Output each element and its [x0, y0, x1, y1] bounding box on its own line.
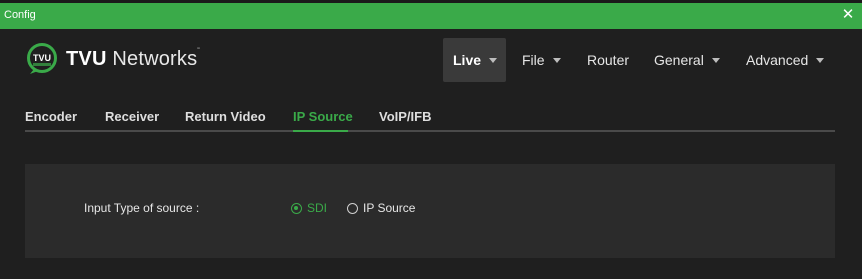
config-window: Config ✕ TVU TVU Networks˜ Live File Rou… [0, 0, 862, 279]
radio-ip-source-label: IP Source [363, 201, 416, 215]
input-type-label: Input Type of source : [84, 201, 200, 215]
ip-source-panel: Input Type of source : SDI IP Source [25, 164, 835, 258]
nav-advanced[interactable]: Advanced [746, 38, 825, 82]
tab-ip-source[interactable]: IP Source [293, 109, 353, 124]
nav-live-label: Live [453, 52, 482, 68]
nav-general[interactable]: General [654, 38, 720, 82]
chevron-down-icon [552, 58, 561, 63]
trademark-mark: ˜ [197, 48, 200, 55]
chevron-down-icon [489, 58, 498, 63]
radio-unselected-icon [347, 203, 358, 214]
close-icon[interactable]: ✕ [841, 7, 855, 23]
nav-file-label: File [522, 52, 545, 68]
chevron-down-icon [816, 58, 825, 63]
config-tabs: Encoder Receiver Return Video IP Source … [25, 101, 835, 132]
nav-advanced-label: Advanced [746, 52, 809, 68]
tab-receiver[interactable]: Receiver [105, 109, 159, 124]
brand-name: TVU Networks˜ [66, 48, 200, 71]
nav-router-label: Router [587, 52, 630, 68]
nav-file[interactable]: File [522, 38, 561, 82]
nav-router[interactable]: Router [587, 38, 629, 82]
active-tab-indicator [293, 130, 348, 132]
radio-selected-icon [291, 203, 302, 214]
chevron-down-icon [711, 58, 720, 63]
tab-encoder[interactable]: Encoder [25, 109, 77, 124]
tvu-logo-icon: TVU [27, 43, 57, 74]
tab-return-video[interactable]: Return Video [185, 109, 266, 124]
nav-live[interactable]: Live [443, 38, 506, 82]
window-title: Config [4, 9, 36, 21]
brand-bold: TVU [66, 48, 107, 70]
brand-rest: Networks [106, 48, 198, 70]
tab-voip-ifb[interactable]: VoIP/IFB [379, 109, 431, 124]
svg-text:TVU: TVU [33, 53, 51, 63]
radio-sdi-label: SDI [307, 201, 328, 215]
title-bar: Config ✕ [0, 3, 862, 29]
nav-general-label: General [654, 52, 704, 68]
